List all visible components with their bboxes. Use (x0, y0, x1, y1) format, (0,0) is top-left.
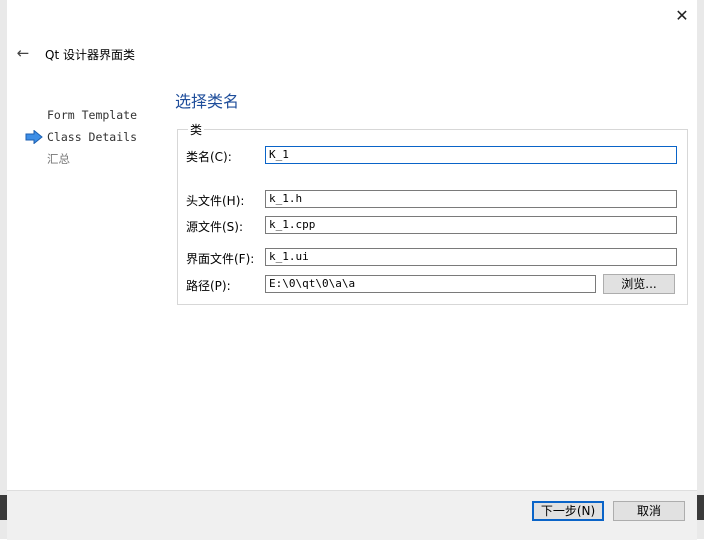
browse-button[interactable]: 浏览... (603, 274, 675, 294)
background-taskbar-left (0, 495, 7, 520)
next-button[interactable]: 下一步(N) (532, 501, 604, 521)
close-icon: ✕ (675, 5, 689, 25)
cancel-button[interactable]: 取消 (613, 501, 685, 521)
class-name-input[interactable]: K_1 (265, 146, 677, 164)
wizard-steps: Form Template Class Details 汇总 (23, 104, 137, 170)
step-label: 汇总 (47, 152, 70, 166)
current-step-arrow-icon (25, 130, 43, 144)
form-file-label: 界面文件(F): (186, 252, 255, 266)
step-label: Form Template (47, 108, 138, 122)
header-file-input[interactable]: k_1.h (265, 190, 677, 208)
dialog-footer: 下一步(N) 取消 (7, 490, 697, 540)
page-title: 选择类名 (175, 92, 240, 111)
close-button[interactable]: ✕ (671, 4, 693, 26)
path-input[interactable]: E:\0\qt\0\a\a (265, 275, 596, 293)
path-label: 路径(P): (186, 279, 231, 293)
source-file-input[interactable]: k_1.cpp (265, 216, 677, 234)
back-arrow-icon: ← (16, 44, 30, 62)
step-summary: 汇总 (23, 148, 137, 170)
source-file-label: 源文件(S): (186, 220, 244, 234)
header-file-label: 头文件(H): (186, 194, 245, 208)
step-class-details: Class Details (23, 126, 137, 148)
form-file-input[interactable]: k_1.ui (265, 248, 677, 266)
groupbox-title: 类 (188, 121, 205, 138)
wizard-title: Qt 设计器界面类 (45, 48, 135, 62)
background-left (0, 0, 7, 539)
class-name-label: 类名(C): (186, 150, 232, 164)
back-button[interactable]: ← (13, 44, 33, 62)
step-form-template: Form Template (23, 104, 137, 126)
step-label: Class Details (47, 130, 138, 144)
background-right (697, 0, 704, 539)
background-taskbar-right (697, 495, 704, 520)
wizard-dialog: ✕ ← Qt 设计器界面类 Form Template Class Detail… (7, 0, 697, 540)
